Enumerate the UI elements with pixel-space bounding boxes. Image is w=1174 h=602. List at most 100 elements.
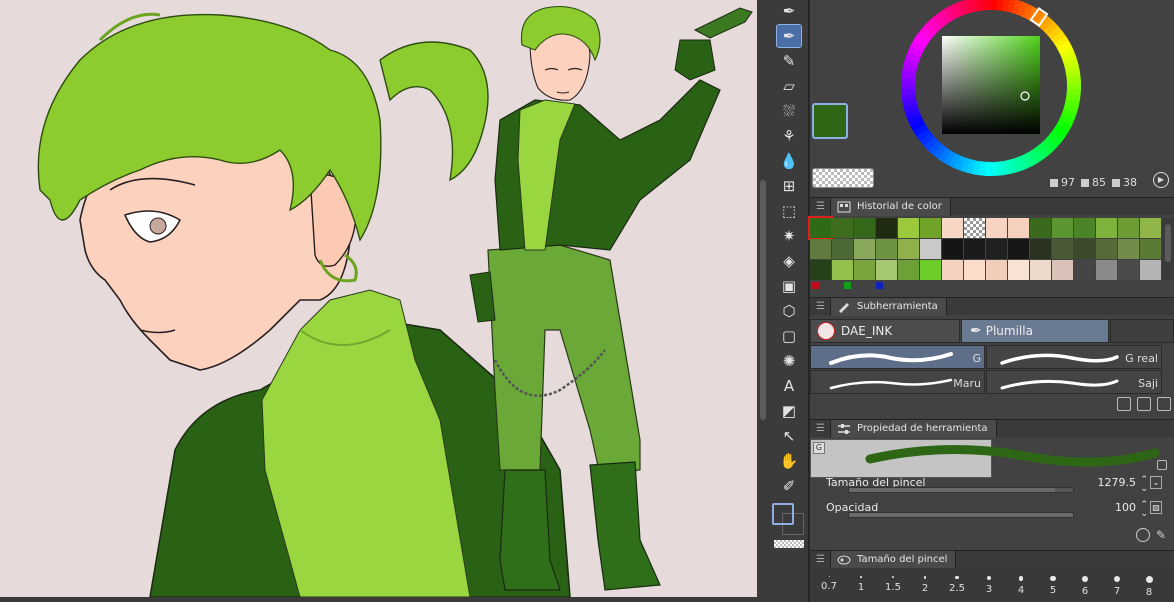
color-history-swatch[interactable]	[986, 218, 1007, 238]
transparent-color-swatch[interactable]	[812, 168, 874, 188]
ruler-tool-icon[interactable]: ✺	[777, 350, 801, 372]
pen-tool-active-icon[interactable]: ✒	[776, 24, 802, 48]
brush-size-spinner[interactable]: ⌃ ⌄	[1140, 476, 1148, 494]
color-history-swatch[interactable]	[964, 260, 985, 280]
color-history-swatch[interactable]	[920, 218, 941, 238]
color-history-swatch[interactable]	[986, 239, 1007, 259]
color-mode-play-icon[interactable]: ▶	[1153, 172, 1169, 188]
opacity-slider[interactable]	[848, 512, 1074, 518]
brush-size-slider[interactable]	[848, 487, 1074, 493]
color-history-swatch[interactable]	[942, 239, 963, 259]
color-history-swatch[interactable]	[1096, 218, 1117, 238]
subtool-group-plumilla[interactable]: ✒ Plumilla	[961, 319, 1109, 343]
color-history-swatch[interactable]	[920, 260, 941, 280]
color-history-swatch[interactable]	[810, 239, 831, 259]
brush-maru[interactable]: Maru	[810, 370, 985, 394]
tab-color-history[interactable]: Historial de color	[830, 198, 951, 216]
duplicate-subtool-icon[interactable]	[1137, 397, 1151, 411]
color-history-swatch[interactable]	[920, 239, 941, 259]
frame-tool-icon[interactable]: ◩	[777, 400, 801, 422]
color-history-swatch[interactable]	[1096, 260, 1117, 280]
hand-tool-icon[interactable]: ✋	[777, 450, 801, 472]
opacity-spinner[interactable]: ⌃ ⌄	[1140, 501, 1148, 519]
eyedropper-tool-icon[interactable]: ✐	[777, 475, 801, 497]
eraser-tool-icon[interactable]: ▱	[777, 75, 801, 97]
tab-subtool[interactable]: Subherramienta	[830, 298, 947, 316]
color-history-swatch[interactable]	[1140, 260, 1161, 280]
subtool-group-dae-ink[interactable]: DAE_INK	[810, 319, 960, 343]
fill-tool-icon[interactable]: ◈	[777, 250, 801, 272]
color-history-swatch[interactable]	[810, 260, 831, 280]
brush-saji[interactable]: Saji	[986, 370, 1162, 394]
panel-menu-icon[interactable]: ☰	[816, 554, 826, 565]
brush-size-preset[interactable]: 2	[909, 570, 941, 602]
drawing-canvas[interactable]	[0, 0, 757, 597]
blend-tool-icon[interactable]: 💧	[777, 150, 801, 172]
color-history-swatch[interactable]	[986, 260, 1007, 280]
color-history-swatch[interactable]	[808, 216, 833, 240]
color-history-swatch[interactable]	[1030, 239, 1051, 259]
color-history-swatch[interactable]	[1074, 260, 1095, 280]
color-history-swatch[interactable]	[1140, 218, 1161, 238]
main-color-swatch[interactable]	[812, 103, 848, 139]
brush-size-preset[interactable]: 1.5	[877, 570, 909, 602]
toolbar-main-color[interactable]	[772, 503, 794, 525]
canvas-vertical-scrollbar[interactable]	[757, 0, 769, 602]
brush-size-preset[interactable]: 4	[1005, 570, 1037, 602]
lock-icon[interactable]	[1157, 460, 1167, 470]
color-history-swatch[interactable]	[898, 260, 919, 280]
gradient-tool-icon[interactable]: ▣	[777, 275, 801, 297]
brush-size-preset[interactable]: 8	[1133, 570, 1165, 602]
color-history-swatch[interactable]	[854, 218, 875, 238]
color-history-swatch[interactable]	[1118, 260, 1139, 280]
color-history-swatch[interactable]	[1030, 260, 1051, 280]
color-history-swatch[interactable]	[1074, 239, 1095, 259]
3d-tool-icon[interactable]: ⬡	[777, 300, 801, 322]
brush-size-preset[interactable]: 6	[1069, 570, 1101, 602]
import-subtool-icon[interactable]	[1117, 397, 1131, 411]
subtool-group-empty[interactable]	[1110, 319, 1174, 343]
auto-select-tool-icon[interactable]: ✷	[777, 225, 801, 247]
color-history-swatch[interactable]	[1052, 239, 1073, 259]
brush-size-value[interactable]: 1279.5	[1098, 476, 1137, 489]
opacity-lock-icon[interactable]: ▨	[1150, 501, 1162, 514]
color-history-swatch[interactable]	[1052, 260, 1073, 280]
color-history-swatch[interactable]	[854, 260, 875, 280]
panel-menu-icon[interactable]: ☰	[816, 423, 826, 434]
settings-reset-icon[interactable]	[1136, 528, 1150, 542]
color-history-swatch[interactable]	[832, 218, 853, 238]
color-history-swatch[interactable]	[876, 218, 897, 238]
color-history-swatch[interactable]	[876, 260, 897, 280]
color-set-dot[interactable]	[876, 282, 883, 289]
color-history-swatch[interactable]	[876, 239, 897, 259]
airbrush-tool-icon[interactable]: ⛆	[777, 100, 801, 122]
figure-tool-icon[interactable]: ▢	[777, 325, 801, 347]
brush-size-preset[interactable]: 3	[973, 570, 1005, 602]
brush-g-real[interactable]: G real	[986, 345, 1162, 369]
opacity-value[interactable]: 100	[1115, 501, 1136, 514]
color-set-dot[interactable]	[844, 282, 851, 289]
canvas-horizontal-scrollbar[interactable]	[0, 597, 757, 602]
decoration-tool-icon[interactable]: ⚘	[777, 125, 801, 147]
brush-size-pressure-icon[interactable]: ⌄	[1150, 476, 1162, 489]
pencil-tool-icon[interactable]: ✎	[777, 50, 801, 72]
toolbar-transparent-color[interactable]	[774, 540, 804, 548]
color-history-swatch[interactable]	[942, 218, 963, 238]
text-tool-icon[interactable]: A	[777, 375, 801, 397]
color-history-swatch[interactable]	[1008, 218, 1029, 238]
color-history-swatch[interactable]	[942, 260, 963, 280]
delete-subtool-icon[interactable]	[1157, 397, 1171, 411]
color-history-swatch[interactable]	[1118, 239, 1139, 259]
color-history-swatch[interactable]	[1140, 239, 1161, 259]
brush-size-preset[interactable]: 1	[845, 570, 877, 602]
color-history-swatch[interactable]	[964, 239, 985, 259]
selection-tool-icon[interactable]: ⬚	[777, 200, 801, 222]
color-history-swatch[interactable]	[854, 239, 875, 259]
color-history-scrollbar[interactable]	[1162, 218, 1174, 280]
color-history-swatch[interactable]	[964, 218, 985, 238]
color-history-swatch[interactable]	[898, 218, 919, 238]
color-history-swatch[interactable]	[832, 260, 853, 280]
panel-menu-icon[interactable]: ☰	[816, 201, 826, 212]
color-history-swatch[interactable]	[1008, 239, 1029, 259]
object-tool-icon[interactable]: ↖	[777, 425, 801, 447]
